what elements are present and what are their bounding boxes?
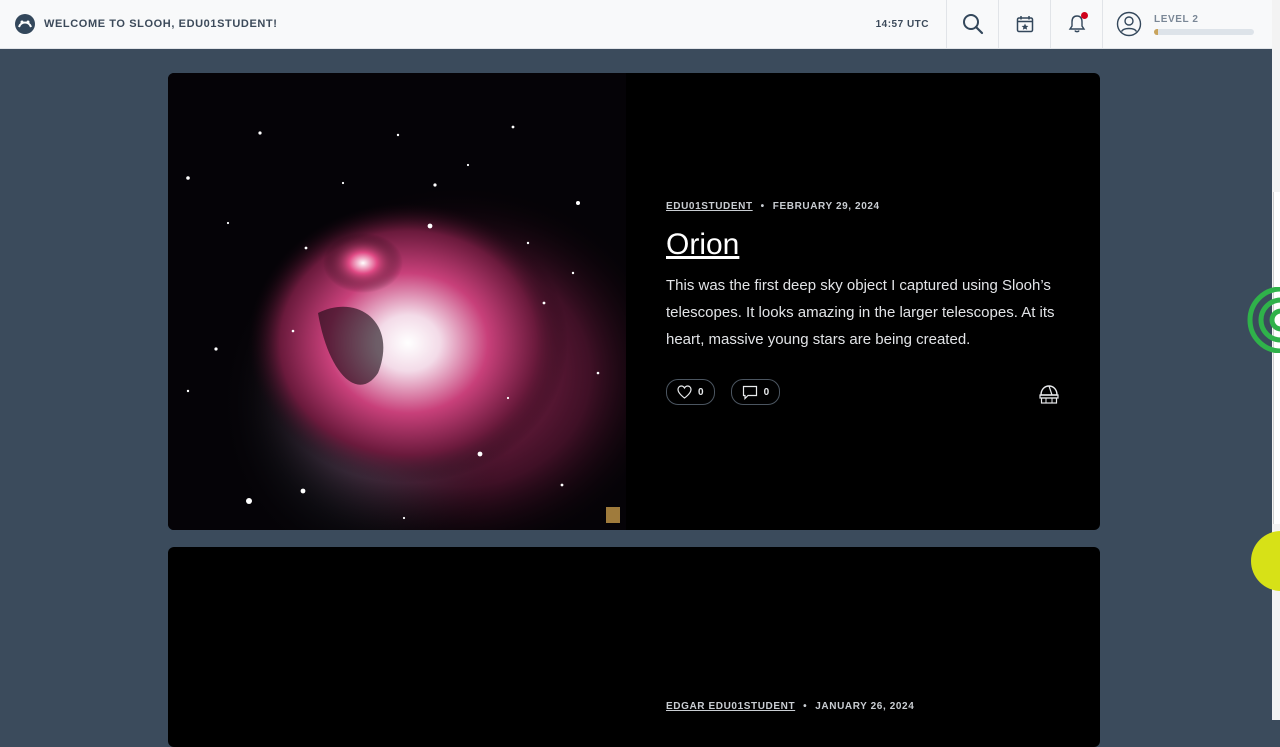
post-card: EDGAR EDU01STUDENT • JANUARY 26, 2024 (168, 547, 1100, 747)
post-card: EDU01STUDENT • FEBRUARY 29, 2024 Orion T… (168, 73, 1100, 530)
search-icon (962, 14, 983, 35)
level-progress-fill (1154, 28, 1158, 35)
post-meta: EDGAR EDU01STUDENT • JANUARY 26, 2024 (666, 701, 915, 712)
comment-icon (742, 385, 757, 400)
notification-dot (1081, 12, 1088, 19)
comment-count: 0 (763, 386, 770, 398)
post-content: EDGAR EDU01STUDENT • JANUARY 26, 2024 (666, 701, 1066, 712)
post-description: This was the first deep sky object I cap… (666, 277, 1055, 348)
level-label: LEVEL 2 (1154, 13, 1199, 25)
post-author-link[interactable]: EDGAR EDU01STUDENT (666, 701, 795, 712)
post-title[interactable]: Orion (666, 228, 1066, 262)
comment-button[interactable]: 0 (730, 379, 781, 405)
post-content: EDU01STUDENT • FEBRUARY 29, 2024 Orion T… (666, 201, 1066, 353)
observatory-button[interactable] (1038, 383, 1060, 410)
observatory-icon (1039, 385, 1059, 404)
calendar-button[interactable] (998, 0, 1050, 48)
notifications-button[interactable] (1050, 0, 1102, 48)
calendar-icon (1016, 16, 1033, 33)
post-image-orion-nebula[interactable] (168, 73, 626, 530)
welcome-message: WELCOME TO SLOOH, EDU01STUDENT! (44, 18, 278, 30)
slooh-logo-icon (15, 14, 35, 34)
post-date: FEBRUARY 29, 2024 (772, 201, 880, 212)
progress-ring-widget[interactable] (1243, 287, 1280, 353)
page-scrollbar[interactable] (1272, 0, 1280, 720)
scrollbar-thumb[interactable] (1273, 192, 1280, 524)
floating-help-button[interactable] (1251, 531, 1280, 591)
post-author-link[interactable]: EDU01STUDENT (666, 201, 753, 212)
heart-icon (677, 385, 692, 399)
post-actions: 0 0 (666, 379, 796, 405)
nebula-image (168, 73, 626, 530)
like-count: 0 (698, 386, 704, 398)
post-date: JANUARY 26, 2024 (815, 701, 915, 712)
profile-level-widget[interactable]: LEVEL 2 (1102, 0, 1272, 48)
user-avatar-icon (1116, 11, 1142, 37)
like-button[interactable]: 0 (666, 379, 715, 405)
brand-area[interactable]: WELCOME TO SLOOH, EDU01STUDENT! (0, 0, 278, 48)
top-navigation-bar: WELCOME TO SLOOH, EDU01STUDENT! 14:57 UT… (0, 0, 1272, 49)
post-meta: EDU01STUDENT • FEBRUARY 29, 2024 (666, 201, 880, 212)
utc-clock: 14:57 UTC (875, 18, 929, 30)
level-progress-bar (1154, 28, 1254, 35)
search-button[interactable] (946, 0, 998, 48)
